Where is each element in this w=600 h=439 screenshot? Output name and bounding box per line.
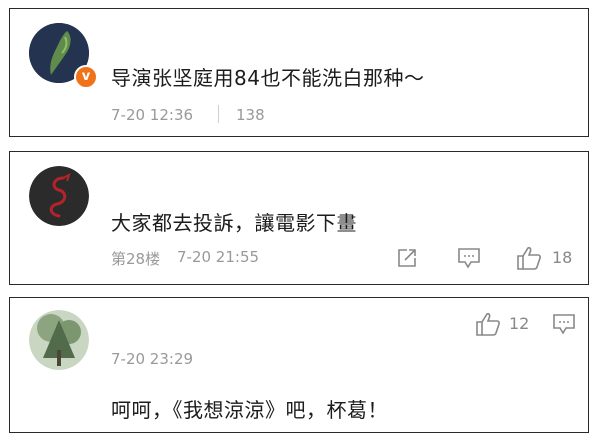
like-count: 12 bbox=[509, 314, 530, 333]
like-icon[interactable] bbox=[516, 245, 542, 271]
comment-icon[interactable] bbox=[457, 247, 481, 269]
reply-count[interactable]: 138 bbox=[236, 106, 265, 124]
comment-text: 呵呵，《我想涼涼》吧，杯葛！ bbox=[111, 398, 388, 422]
comment-time: 7-20 12:36 bbox=[111, 106, 194, 124]
comment-card-1: v 导演张坚庭用84也不能洗白那种～ 7-20 12:36 138 bbox=[9, 8, 589, 137]
comment-card-2: 大家都去投訴，讓電影下畫 第28楼 7-20 21:55 18 bbox=[9, 151, 589, 285]
verified-v-badge-icon: v bbox=[74, 65, 98, 89]
avatar[interactable] bbox=[29, 166, 89, 226]
comment-text: 大家都去投訴，讓電影下畫 bbox=[111, 211, 357, 235]
floor-number: 第28楼 bbox=[111, 250, 161, 268]
comment-text: 导演张坚庭用84也不能洗白那种～ bbox=[111, 66, 425, 90]
like-count: 18 bbox=[552, 248, 573, 267]
red-dragon-avatar-icon bbox=[29, 166, 89, 226]
divider bbox=[218, 105, 219, 123]
share-icon[interactable] bbox=[395, 246, 419, 270]
comment-icon[interactable] bbox=[552, 313, 576, 335]
comment-time: 7-20 23:29 bbox=[111, 350, 194, 368]
like-icon[interactable] bbox=[475, 311, 501, 337]
tree-photo-avatar-icon bbox=[29, 310, 89, 370]
comment-time: 7-20 21:55 bbox=[177, 248, 260, 266]
comment-card-3: 12 7-20 23:29 呵呵，《我想涼涼》吧，杯葛！ bbox=[9, 297, 589, 433]
avatar[interactable] bbox=[29, 310, 89, 370]
